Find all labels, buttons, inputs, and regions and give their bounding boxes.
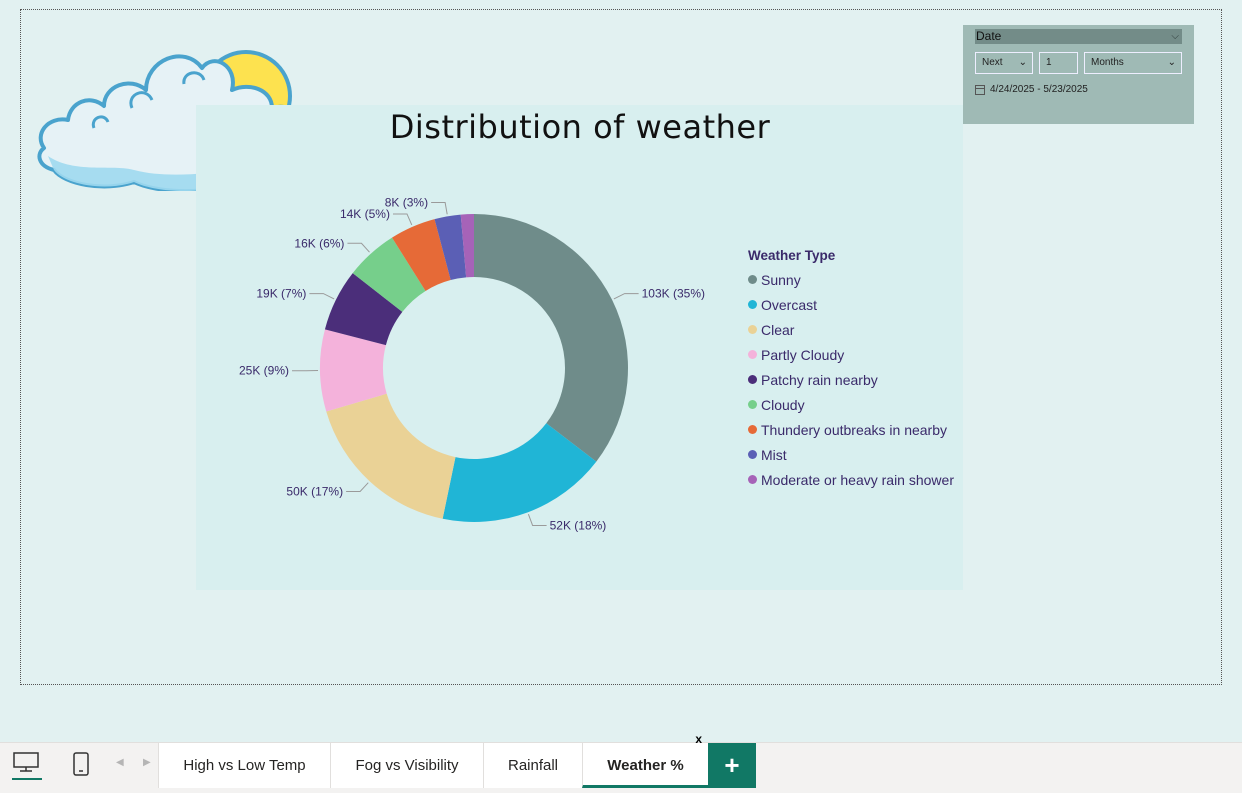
data-label: 50K (17%) [286, 485, 343, 499]
label-leader-line [614, 294, 639, 299]
data-label: 14K (5%) [340, 207, 390, 221]
legend-label: Clear [761, 322, 794, 338]
date-range-text: 4/24/2025 - 5/23/2025 [990, 84, 1088, 95]
legend-label: Sunny [761, 272, 801, 288]
data-label: 103K (35%) [642, 287, 705, 301]
tab-high-vs-low-temp[interactable]: High vs Low Temp [158, 743, 330, 788]
donut-slice[interactable] [326, 394, 455, 519]
slicer-mode-value: Next [982, 57, 1003, 68]
slicer-title: Date [976, 29, 1001, 43]
active-view-indicator [12, 778, 42, 780]
label-leader-line [431, 203, 447, 215]
legend-item[interactable]: Cloudy [748, 392, 954, 417]
chevron-down-icon: ⌄ [1168, 53, 1176, 73]
label-leader-line [528, 514, 546, 525]
slicer-header[interactable]: Date ⌵ [975, 29, 1182, 44]
chevron-down-icon: ⌄ [1019, 53, 1027, 73]
legend-marker [748, 400, 757, 409]
slicer-unit-value: Months [1091, 57, 1124, 68]
add-page-button[interactable]: + [708, 743, 756, 788]
legend-label: Cloudy [761, 397, 805, 413]
legend-marker [748, 350, 757, 359]
legend-marker [748, 325, 757, 334]
legend-label: Partly Cloudy [761, 347, 844, 363]
tab-label: High vs Low Temp [183, 757, 305, 774]
chevron-down-icon[interactable]: ⌵ [1171, 29, 1179, 44]
label-leader-line [393, 214, 412, 225]
tab-weather-percent[interactable]: Weather % x [582, 743, 708, 788]
slicer-mode-dropdown[interactable]: Next ⌄ [975, 52, 1033, 74]
tab-label: Weather % [607, 757, 683, 774]
legend-item[interactable]: Clear [748, 317, 954, 342]
phone-icon[interactable] [72, 751, 90, 777]
close-tab-icon[interactable]: x [695, 729, 702, 749]
page-tab-bar: ◀ ▶ High vs Low Temp Fog vs Visibility R… [0, 742, 1242, 793]
legend-label: Moderate or heavy rain shower [761, 472, 954, 488]
tab-label: Rainfall [508, 757, 558, 774]
legend-item[interactable]: Thundery outbreaks in nearby [748, 417, 954, 442]
calendar-icon [975, 85, 985, 95]
legend-label: Overcast [761, 297, 817, 313]
data-label: 8K (3%) [385, 196, 428, 210]
tab-fog-vs-visibility[interactable]: Fog vs Visibility [330, 743, 483, 788]
legend-marker [748, 425, 757, 434]
legend-marker [748, 300, 757, 309]
data-label: 19K (7%) [256, 287, 306, 301]
legend-item[interactable]: Overcast [748, 292, 954, 317]
tab-label: Fog vs Visibility [355, 757, 458, 774]
legend-item[interactable]: Moderate or heavy rain shower [748, 467, 954, 492]
legend-item[interactable]: Partly Cloudy [748, 342, 954, 367]
slicer-count-value: 1 [1046, 57, 1052, 68]
chevron-left-icon[interactable]: ◀ [116, 757, 124, 768]
legend-item[interactable]: Sunny [748, 267, 954, 292]
label-leader-line [309, 294, 334, 299]
slicer-count-input[interactable]: 1 [1039, 52, 1078, 74]
data-label: 25K (9%) [239, 364, 289, 378]
data-label: 16K (6%) [294, 236, 344, 250]
chevron-right-icon[interactable]: ▶ [143, 757, 151, 768]
legend-label: Patchy rain nearby [761, 372, 878, 388]
legend-label: Mist [761, 447, 787, 463]
slicer-unit-dropdown[interactable]: Months ⌄ [1084, 52, 1182, 74]
legend-marker [748, 275, 757, 284]
donut-slice[interactable] [474, 214, 628, 462]
legend-marker [748, 475, 757, 484]
legend-title: Weather Type [748, 248, 954, 263]
legend-item[interactable]: Patchy rain nearby [748, 367, 954, 392]
legend-label: Thundery outbreaks in nearby [761, 422, 947, 438]
chart-legend: Weather Type Sunny Overcast Clear Partly Cl… [748, 248, 954, 492]
data-label: 52K (18%) [550, 518, 607, 532]
tab-rainfall[interactable]: Rainfall [483, 743, 582, 788]
legend-marker [748, 375, 757, 384]
label-leader-line [346, 483, 368, 492]
label-leader-line [347, 243, 369, 252]
desktop-icon[interactable] [12, 751, 40, 773]
legend-item[interactable]: Mist [748, 442, 954, 467]
date-slicer: Date ⌵ Next ⌄ 1 Months ⌄ 4/24/2025 - 5/2… [963, 25, 1194, 124]
legend-marker [748, 450, 757, 459]
slicer-date-range: 4/24/2025 - 5/23/2025 [975, 84, 1088, 95]
